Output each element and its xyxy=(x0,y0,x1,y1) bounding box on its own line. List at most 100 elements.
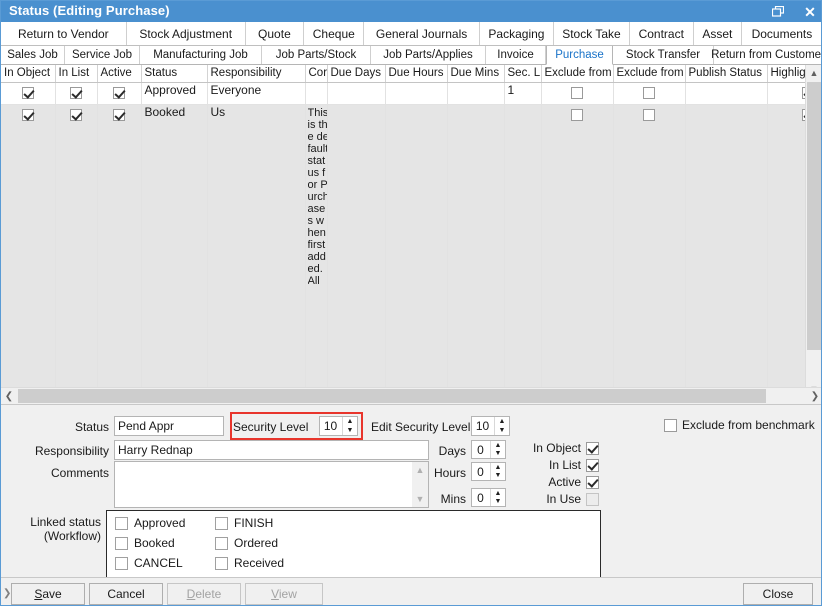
exclude-from-benchmark-checkbox[interactable] xyxy=(664,419,677,432)
status-grid[interactable]: In ObjectIn ListActiveStatusResponsibili… xyxy=(1,65,822,397)
cell-publish-status[interactable] xyxy=(685,82,767,104)
cell-in-object[interactable] xyxy=(1,104,55,397)
cell-due-mins[interactable] xyxy=(447,82,504,104)
spinner-down-icon[interactable]: ▼ xyxy=(343,426,357,435)
flag-row-in-list[interactable]: In List xyxy=(513,458,603,472)
checkbox-active[interactable] xyxy=(113,87,125,99)
tab-stock-adjustment[interactable]: Stock Adjustment xyxy=(127,22,246,45)
tab-return-from-customer[interactable]: Return from Customer xyxy=(714,46,822,64)
checkbox-ordered[interactable] xyxy=(215,537,228,550)
checkbox-finish[interactable] xyxy=(215,517,228,530)
spinner-up-icon[interactable]: ▲ xyxy=(491,463,505,472)
checkbox-in-list[interactable] xyxy=(70,109,82,121)
edit-security-level-spin-buttons[interactable]: ▲ ▼ xyxy=(494,417,509,435)
cell-due-hours[interactable] xyxy=(385,82,447,104)
tab-job-parts-applies[interactable]: Job Parts/Applies xyxy=(371,46,486,64)
linked-status-item-booked[interactable]: Booked xyxy=(115,536,175,550)
cell-due-days[interactable] xyxy=(327,82,385,104)
tab-cheque[interactable]: Cheque xyxy=(304,22,364,45)
grid-column-header-sec-l[interactable]: Sec. L xyxy=(504,65,541,82)
checkbox-in-list[interactable] xyxy=(586,459,599,472)
cell-exclude-from-2[interactable] xyxy=(613,82,685,104)
grid-horizontal-scrollbar[interactable]: ❮ ❯ xyxy=(1,387,822,403)
chevron-right-icon[interactable]: ❯ xyxy=(807,388,822,404)
exclude-from-benchmark-row[interactable]: Exclude from benchmark xyxy=(664,418,815,432)
status-input[interactable] xyxy=(114,416,224,436)
cell-in-object[interactable] xyxy=(1,82,55,104)
checkbox-exclude-from-1[interactable] xyxy=(571,109,583,121)
cell-sec-level[interactable]: 1 xyxy=(504,82,541,104)
spinner-up-icon[interactable]: ▲ xyxy=(343,417,357,426)
grid-vertical-scrollbar[interactable]: ▲ ▼ xyxy=(805,65,821,397)
vscroll-thumb[interactable] xyxy=(807,82,821,350)
grid-column-header-in-list[interactable]: In List xyxy=(55,65,97,82)
mins-spin-buttons[interactable]: ▲ ▼ xyxy=(490,489,505,506)
cell-status[interactable]: Booked xyxy=(141,104,207,397)
cell-exclude-from-1[interactable] xyxy=(541,82,613,104)
checkbox-cancel[interactable] xyxy=(115,557,128,570)
grid-column-header-due-mins[interactable]: Due Mins xyxy=(447,65,504,82)
checkbox-active[interactable] xyxy=(113,109,125,121)
checkbox-booked[interactable] xyxy=(115,537,128,550)
tab-stock-take[interactable]: Stock Take xyxy=(554,22,629,45)
security-level-spin-buttons[interactable]: ▲ ▼ xyxy=(342,417,357,435)
spinner-down-icon[interactable]: ▼ xyxy=(491,498,505,507)
spinner-down-icon[interactable]: ▼ xyxy=(491,472,505,481)
tab-return-to-vendor[interactable]: Return to Vendor xyxy=(1,22,127,45)
grid-column-header-due-days[interactable]: Due Days xyxy=(327,65,385,82)
tab-purchase[interactable]: Purchase xyxy=(546,46,613,65)
tab-job-parts-stock[interactable]: Job Parts/Stock xyxy=(262,46,371,64)
tab-quote[interactable]: Quote xyxy=(246,22,304,45)
checkbox-in-object[interactable] xyxy=(586,442,599,455)
cell-due-hours[interactable] xyxy=(385,104,447,397)
tab-asset[interactable]: Asset xyxy=(694,22,742,45)
cell-publish-status[interactable] xyxy=(685,104,767,397)
tab-stock-transfer[interactable]: Stock Transfer xyxy=(613,46,714,64)
spinner-up-icon[interactable]: ▲ xyxy=(491,441,505,450)
grid-column-header-exclude-from[interactable]: Exclude from xyxy=(541,65,613,82)
spinner-down-icon[interactable]: ▼ xyxy=(491,450,505,459)
close-button[interactable]: Close xyxy=(743,583,813,605)
grid-column-header-publish-status[interactable]: Publish Status xyxy=(685,65,767,82)
days-spin-buttons[interactable]: ▲ ▼ xyxy=(490,441,505,458)
checkbox-received[interactable] xyxy=(215,557,228,570)
hscroll-thumb[interactable] xyxy=(18,389,766,403)
cell-active[interactable] xyxy=(97,82,141,104)
checkbox-in-list[interactable] xyxy=(70,87,82,99)
cell-exclude-from-2[interactable] xyxy=(613,104,685,397)
checkbox-in-object[interactable] xyxy=(22,87,34,99)
spinner-up-icon[interactable]: ▲ xyxy=(495,417,509,426)
linked-status-item-received[interactable]: Received xyxy=(215,556,284,570)
chevron-up-icon[interactable]: ▲ xyxy=(806,65,822,81)
tab-documents[interactable]: Documents xyxy=(742,22,822,45)
comments-textarea[interactable] xyxy=(114,461,429,508)
tab-sales-job[interactable]: Sales Job xyxy=(1,46,65,64)
checkbox-exclude-from-2[interactable] xyxy=(643,109,655,121)
close-icon[interactable]: ✕ xyxy=(801,2,819,21)
checkbox-active[interactable] xyxy=(586,476,599,489)
checkbox-approved[interactable] xyxy=(115,517,128,530)
hours-stepper[interactable]: 0 ▲ ▼ xyxy=(471,462,506,481)
cell-due-days[interactable] xyxy=(327,104,385,397)
cell-responsibility[interactable]: Everyone xyxy=(207,82,305,104)
checkbox-exclude-from-1[interactable] xyxy=(571,87,583,99)
cell-responsibility[interactable]: Us xyxy=(207,104,305,397)
spinner-up-icon[interactable]: ▲ xyxy=(491,489,505,498)
hours-spin-buttons[interactable]: ▲ ▼ xyxy=(490,463,505,480)
cell-active[interactable] xyxy=(97,104,141,397)
grid-column-header-active[interactable]: Active xyxy=(97,65,141,82)
cell-sec-level[interactable] xyxy=(504,104,541,397)
edit-security-level-stepper[interactable]: 10 ▲ ▼ xyxy=(471,416,510,436)
flag-row-active[interactable]: Active xyxy=(513,475,603,489)
linked-status-item-approved[interactable]: Approved xyxy=(115,516,185,530)
grid-column-header-responsibility[interactable]: Responsibility xyxy=(207,65,305,82)
tab-packaging[interactable]: Packaging xyxy=(480,22,555,45)
tab-contract[interactable]: Contract xyxy=(630,22,694,45)
table-row[interactable]: ApprovedEveryone1 xyxy=(1,82,822,104)
cell-exclude-from-1[interactable] xyxy=(541,104,613,397)
checkbox-exclude-from-2[interactable] xyxy=(643,87,655,99)
grid-column-header-due-hours[interactable]: Due Hours xyxy=(385,65,447,82)
cell-in-list[interactable] xyxy=(55,82,97,104)
restore-window-icon[interactable] xyxy=(769,2,787,21)
linked-status-item-ordered[interactable]: Ordered xyxy=(215,536,278,550)
